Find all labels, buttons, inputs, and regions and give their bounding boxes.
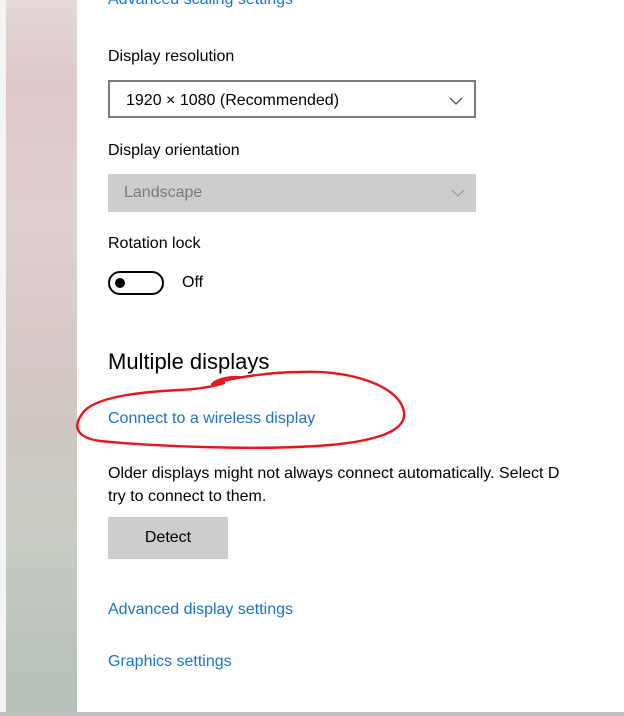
toggle-knob (115, 278, 125, 288)
graphics-settings-link[interactable]: Graphics settings (108, 653, 232, 671)
display-orientation-label: Display orientation (108, 142, 240, 159)
description-line-2: try to connect to them. (108, 488, 267, 505)
connect-wireless-display-link[interactable]: Connect to a wireless display (108, 410, 315, 428)
description-line-1: Older displays might not always connect … (108, 465, 560, 482)
advanced-scaling-link[interactable]: Advanced scaling settings (108, 0, 293, 9)
advanced-display-settings-link[interactable]: Advanced display settings (108, 601, 293, 619)
rotation-lock-state: Off (182, 274, 204, 291)
display-resolution-value: 1920 × 1080 (Recommended) (126, 92, 340, 109)
rotation-lock-label: Rotation lock (108, 235, 201, 252)
display-resolution-dropdown[interactable]: 1920 × 1080 (Recommended) (108, 80, 476, 118)
bottom-divider (0, 712, 624, 716)
multiple-displays-description: Older displays might not always connect … (108, 462, 624, 508)
rotation-lock-toggle[interactable] (108, 271, 164, 295)
multiple-displays-heading: Multiple displays (108, 349, 270, 374)
detect-button[interactable]: Detect (108, 517, 228, 559)
chevron-down-icon (451, 189, 465, 197)
display-resolution-label: Display resolution (108, 48, 235, 65)
display-orientation-value: Landscape (124, 184, 203, 201)
background-strip (0, 0, 77, 716)
display-orientation-dropdown[interactable]: Landscape (108, 174, 476, 212)
chevron-down-icon (449, 97, 463, 105)
